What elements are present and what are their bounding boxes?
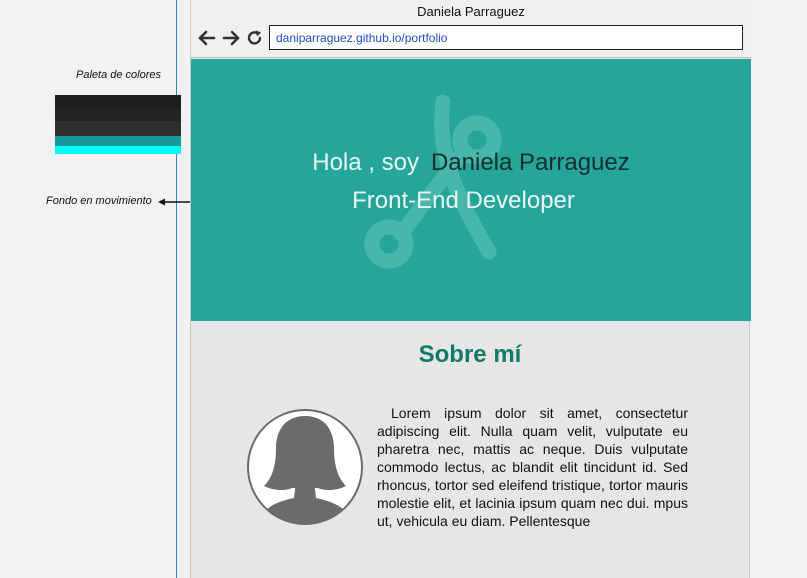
female-avatar-icon <box>247 409 363 525</box>
palette-swatch-2 <box>55 109 181 121</box>
about-title: Sobre mí <box>418 341 522 368</box>
guide-line <box>176 0 177 578</box>
palette-swatch-4 <box>55 136 181 146</box>
hero-section: Hola , soy Daniela Parraguez Front-End De… <box>191 59 751 321</box>
about-paragraph: Lorem ipsum dolor sit amet, consectetur … <box>377 405 688 529</box>
browser-toolbar: Daniela Parraguez daniparraguez.github.i… <box>191 0 751 58</box>
back-arrow-icon[interactable] <box>197 28 217 48</box>
background-label: Fondo en movimiento <box>46 195 152 207</box>
browser-window: Daniela Parraguez daniparraguez.github.i… <box>190 0 751 578</box>
url-bar[interactable]: daniparraguez.github.io/portfolio <box>269 25 743 50</box>
palette-swatch-1 <box>55 95 181 109</box>
annotation-panel <box>0 0 176 578</box>
reload-icon[interactable] <box>245 28 265 48</box>
color-palette <box>55 95 181 154</box>
hero-name: Daniela Parraguez <box>430 149 630 176</box>
hero-greeting: Hola , soy <box>312 149 419 176</box>
forward-arrow-icon[interactable] <box>221 28 241 48</box>
palette-label: Paleta de colores <box>76 69 161 81</box>
hero-role: Front-End Developer <box>352 187 575 214</box>
palette-swatch-3 <box>55 121 181 136</box>
hero-greeting-line: Hola , soy Daniela Parraguez <box>191 149 751 177</box>
window-title: Daniela Parraguez <box>417 4 525 19</box>
palette-swatch-5 <box>55 146 181 154</box>
